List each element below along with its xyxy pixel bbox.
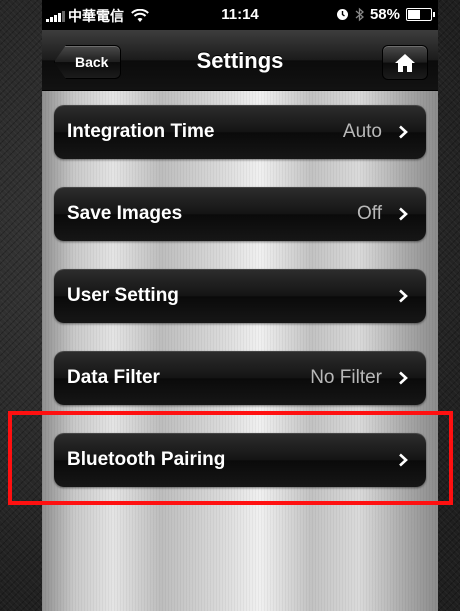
setting-label: Data Filter — [67, 367, 160, 388]
chevron-right-icon — [399, 207, 408, 221]
chevron-right-icon — [399, 371, 408, 385]
highlight-box — [8, 411, 453, 505]
status-bar: 中華電信 11:14 58% — [42, 0, 438, 30]
battery-fill — [408, 10, 421, 19]
home-button[interactable] — [382, 45, 428, 80]
setting-row-user-setting[interactable]: User Setting — [54, 269, 426, 323]
settings-list: Integration Time Auto Save Images Off Us… — [42, 91, 438, 611]
chevron-right-icon — [399, 289, 408, 303]
home-icon — [395, 53, 415, 72]
battery-percent: 58% — [369, 6, 400, 23]
phone-screen: 中華電信 11:14 58% Back Settings Integration… — [42, 0, 438, 611]
setting-value: Auto — [342, 121, 382, 142]
navigation-bar: Back Settings — [42, 30, 438, 91]
setting-row-data-filter[interactable]: Data Filter No Filter — [54, 351, 426, 405]
setting-value: No Filter — [310, 367, 382, 388]
setting-label: Save Images — [67, 203, 183, 224]
setting-row-save-images[interactable]: Save Images Off — [54, 187, 426, 241]
setting-label: User Setting — [67, 285, 179, 306]
battery-icon — [406, 8, 435, 21]
setting-value: Off — [357, 203, 382, 224]
status-right: 58% — [336, 6, 435, 23]
setting-label: Integration Time — [67, 121, 215, 142]
page-title: Settings — [196, 48, 284, 73]
bluetooth-icon — [355, 7, 364, 22]
chevron-right-icon — [399, 125, 408, 139]
alarm-icon — [336, 9, 348, 20]
setting-row-integration-time[interactable]: Integration Time Auto — [54, 105, 426, 159]
